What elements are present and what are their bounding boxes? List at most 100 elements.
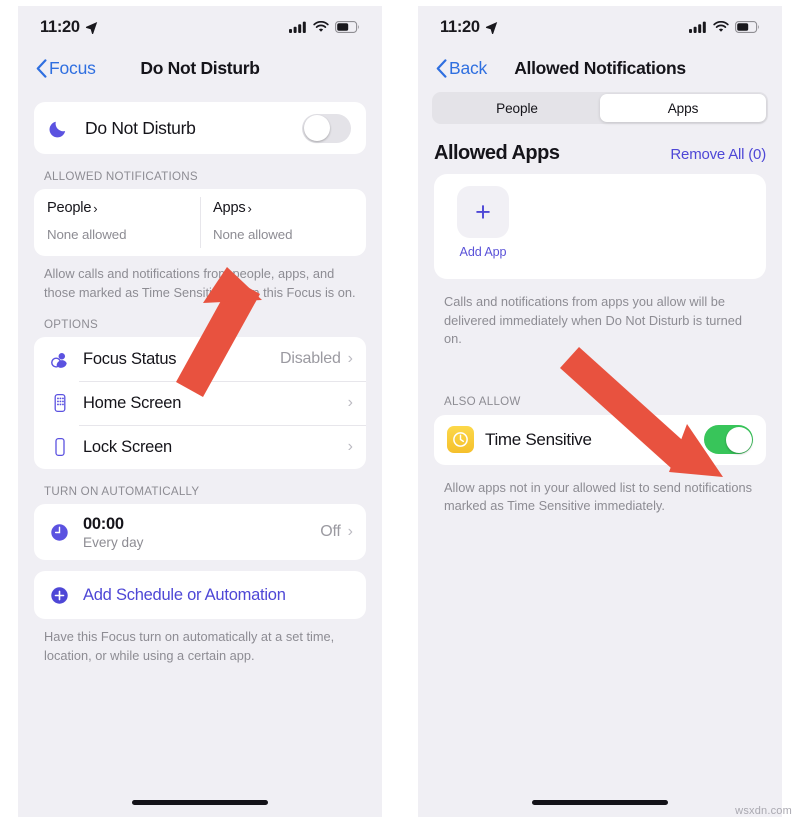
schedule-card: 00:00 Every day Off › bbox=[34, 504, 366, 561]
time-sensitive-row[interactable]: Time Sensitive bbox=[434, 415, 766, 465]
option-label-home-screen: Home Screen bbox=[83, 393, 182, 412]
add-app-label: Add App bbox=[459, 245, 507, 259]
phone-screen-allowed-notifications: 11:20 Back Allowed Notifications People … bbox=[418, 6, 782, 817]
apps-cell-subtitle: None allowed bbox=[213, 227, 293, 242]
allowed-notifications-cell-apps[interactable]: Apps › None allowed bbox=[200, 189, 366, 256]
cellular-bars-icon bbox=[289, 21, 306, 33]
schedule-value: Off bbox=[320, 523, 341, 541]
option-label-lock-screen: Lock Screen bbox=[83, 437, 172, 456]
navigation-bar: Focus Do Not Disturb bbox=[18, 48, 382, 88]
back-button-label: Back bbox=[449, 57, 488, 78]
do-not-disturb-row[interactable]: Do Not Disturb bbox=[34, 102, 366, 154]
allowed-notifications-footnote: Allow calls and notifications from peopl… bbox=[44, 266, 356, 300]
home-indicator bbox=[532, 800, 668, 805]
do-not-disturb-label: Do Not Disturb bbox=[85, 117, 196, 138]
chevron-left-icon bbox=[436, 58, 447, 78]
toggle-knob bbox=[725, 426, 752, 453]
left-content: Do Not Disturb ALLOWED NOTIFICATIONS Peo… bbox=[18, 102, 382, 665]
status-bar-time-group: 11:20 bbox=[440, 18, 498, 37]
allowed-apps-section-head: Allowed Apps Remove All (0) bbox=[418, 124, 782, 174]
plus-icon: + bbox=[475, 196, 491, 227]
allowed-notifications-cell-people[interactable]: People › None allowed bbox=[34, 189, 200, 256]
add-schedule-card: Add Schedule or Automation bbox=[34, 571, 366, 620]
chevron-right-icon: › bbox=[347, 438, 353, 456]
schedule-time: 00:00 bbox=[83, 514, 124, 533]
focus-status-icon bbox=[47, 347, 72, 372]
segmented-control[interactable]: People Apps bbox=[432, 92, 768, 124]
back-button-label: Focus bbox=[49, 57, 96, 78]
allowed-apps-footnote: Calls and notifications from apps you al… bbox=[444, 294, 743, 347]
schedule-subtitle: Every day bbox=[83, 534, 144, 550]
options-header: OPTIONS bbox=[44, 318, 98, 332]
option-row-lock-screen[interactable]: Lock Screen › bbox=[34, 425, 366, 469]
time-sensitive-label: Time Sensitive bbox=[485, 429, 592, 449]
battery-icon bbox=[335, 21, 359, 33]
people-cell-title: People bbox=[47, 200, 92, 216]
wifi-icon bbox=[313, 21, 329, 32]
chevron-right-icon: › bbox=[93, 200, 98, 216]
turn-on-automatically-header: TURN ON AUTOMATICALLY bbox=[44, 485, 200, 499]
home-screen-icon bbox=[47, 391, 72, 416]
status-bar: 11:20 bbox=[18, 6, 382, 48]
tab-apps[interactable]: Apps bbox=[600, 94, 766, 122]
chevron-left-icon bbox=[36, 58, 47, 78]
turn-on-automatically-footnote: Have this Focus turn on automatically at… bbox=[44, 629, 335, 663]
add-app-tile: + bbox=[457, 186, 509, 238]
phone-screen-do-not-disturb: 11:20 Focus Do Not Disturb Do Not Distur… bbox=[18, 6, 382, 817]
status-bar: 11:20 bbox=[418, 6, 782, 48]
back-button-focus[interactable]: Focus bbox=[36, 58, 96, 79]
add-app-button[interactable]: + Add App bbox=[452, 186, 514, 259]
location-arrow-icon bbox=[85, 21, 97, 34]
option-row-home-screen[interactable]: Home Screen › bbox=[34, 381, 366, 425]
people-cell-title-group: People › bbox=[47, 200, 187, 216]
also-allow-header: ALSO ALLOW bbox=[444, 394, 521, 408]
option-row-focus-status[interactable]: Focus Status Disabled › bbox=[34, 337, 366, 381]
moon-icon bbox=[49, 119, 73, 138]
status-bar-time-group: 11:20 bbox=[40, 18, 98, 37]
lock-screen-icon bbox=[47, 435, 72, 460]
status-bar-time: 11:20 bbox=[440, 17, 480, 36]
time-sensitive-card: Time Sensitive bbox=[434, 414, 766, 465]
time-sensitive-clock-icon bbox=[447, 426, 474, 454]
battery-icon bbox=[735, 21, 759, 33]
plus-circle-icon bbox=[47, 583, 72, 608]
home-indicator bbox=[132, 800, 268, 805]
allowed-apps-title: Allowed Apps bbox=[434, 142, 560, 164]
clock-icon bbox=[47, 520, 72, 545]
cellular-bars-icon bbox=[689, 21, 706, 33]
chevron-right-icon: › bbox=[347, 523, 353, 541]
people-cell-subtitle: None allowed bbox=[47, 227, 127, 242]
do-not-disturb-toggle[interactable] bbox=[302, 113, 351, 143]
status-bar-indicators bbox=[289, 21, 360, 33]
remove-all-button[interactable]: Remove All (0) bbox=[670, 146, 766, 163]
chevron-right-icon: › bbox=[347, 394, 353, 412]
status-bar-time: 11:20 bbox=[40, 17, 80, 36]
screenshot-root: 11:20 Focus Do Not Disturb Do Not Distur… bbox=[0, 0, 800, 823]
location-arrow-icon bbox=[485, 21, 497, 34]
time-sensitive-toggle[interactable] bbox=[704, 425, 753, 455]
allowed-notifications-header: ALLOWED NOTIFICATIONS bbox=[44, 170, 198, 183]
allowed-notifications-card: People › None allowed Apps › None allowe… bbox=[34, 189, 366, 256]
chevron-right-icon: › bbox=[247, 200, 252, 216]
schedule-row[interactable]: 00:00 Every day Off › bbox=[34, 504, 366, 560]
wifi-icon bbox=[713, 21, 729, 32]
apps-cell-title: Apps bbox=[213, 200, 246, 216]
also-allow-footnote: Allow apps not in your allowed list to s… bbox=[444, 479, 753, 514]
allowed-apps-card: + Add App bbox=[434, 174, 766, 279]
watermark: wsxdn.com bbox=[735, 805, 792, 817]
back-button[interactable]: Back bbox=[436, 58, 487, 79]
option-value-focus-status: Disabled bbox=[280, 350, 341, 368]
add-schedule-label: Add Schedule or Automation bbox=[83, 585, 286, 604]
option-label-focus-status: Focus Status bbox=[83, 349, 177, 368]
apps-cell-title-group: Apps › bbox=[213, 200, 353, 216]
do-not-disturb-card: Do Not Disturb bbox=[34, 102, 366, 154]
tab-people[interactable]: People bbox=[434, 94, 600, 122]
schedule-text-group: 00:00 Every day bbox=[83, 515, 320, 550]
allowed-notifications-duo: People › None allowed Apps › None allowe… bbox=[34, 189, 366, 256]
add-schedule-row[interactable]: Add Schedule or Automation bbox=[34, 571, 366, 619]
status-bar-indicators bbox=[689, 21, 760, 33]
toggle-knob bbox=[303, 115, 330, 141]
navigation-bar: Back Allowed Notifications bbox=[418, 48, 782, 88]
chevron-right-icon: › bbox=[347, 350, 353, 368]
options-card: Focus Status Disabled › Home Screen › Lo… bbox=[34, 337, 366, 470]
